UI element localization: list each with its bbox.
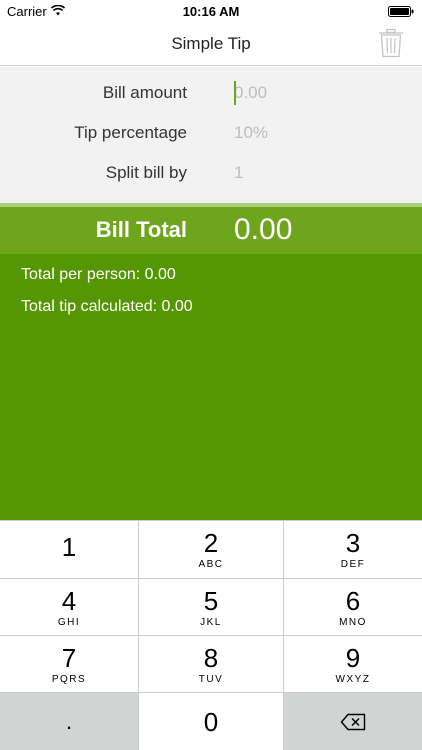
key-letters: ABC bbox=[198, 559, 224, 570]
split-input[interactable]: 1 bbox=[234, 163, 243, 183]
key-digit: 7 bbox=[61, 643, 77, 673]
bill-total-label: Bill Total bbox=[95, 217, 187, 242]
key-1[interactable]: 1 bbox=[0, 520, 139, 578]
key-dot-label: . bbox=[65, 709, 73, 734]
numeric-keypad: 1 2 ABC 3 DEF 4 GHI 5 JKL 6 MNO 7 PQRS 8… bbox=[0, 520, 422, 750]
key-2[interactable]: 2 ABC bbox=[139, 520, 284, 578]
status-bar: Carrier 10:16 AM bbox=[0, 0, 422, 22]
bill-amount-label: Bill amount bbox=[102, 83, 187, 102]
trash-icon[interactable] bbox=[378, 28, 404, 58]
split-row: Split bill by 1 bbox=[0, 153, 422, 193]
key-letters: TUV bbox=[198, 674, 224, 685]
bill-total-bar: Bill Total 0.00 bbox=[0, 207, 422, 254]
split-label: Split bill by bbox=[105, 163, 187, 182]
tip-total-label: Total tip calculated: bbox=[21, 298, 158, 315]
key-letters: WXYZ bbox=[335, 674, 371, 685]
key-0[interactable]: 0 bbox=[139, 692, 284, 750]
per-person-line: Total per person: 0.00 bbox=[21, 266, 176, 284]
key-9[interactable]: 9 WXYZ bbox=[284, 635, 422, 692]
key-4[interactable]: 4 GHI bbox=[0, 578, 139, 635]
key-6[interactable]: 6 MNO bbox=[284, 578, 422, 635]
tip-percentage-input[interactable]: 10% bbox=[234, 123, 268, 143]
key-7[interactable]: 7 PQRS bbox=[0, 635, 139, 692]
key-letters: PQRS bbox=[51, 674, 87, 685]
page-title: Simple Tip bbox=[171, 34, 251, 53]
key-5[interactable]: 5 JKL bbox=[139, 578, 284, 635]
backspace-key[interactable] bbox=[284, 692, 422, 750]
key-digit: 3 bbox=[345, 528, 361, 558]
text-caret bbox=[234, 81, 236, 105]
bill-amount-row: Bill amount 0.00 bbox=[0, 73, 422, 113]
results-panel: Total per person: 0.00 Total tip calcula… bbox=[0, 254, 422, 520]
nav-bar: Simple Tip bbox=[0, 22, 422, 66]
key-3[interactable]: 3 DEF bbox=[284, 520, 422, 578]
tip-total-value: 0.00 bbox=[161, 298, 193, 315]
tip-total-line: Total tip calculated: 0.00 bbox=[21, 298, 193, 316]
key-8[interactable]: 8 TUV bbox=[139, 635, 284, 692]
key-digit: 5 bbox=[203, 586, 219, 616]
bill-total-value: 0.00 bbox=[234, 213, 293, 246]
tip-percentage-row: Tip percentage 10% bbox=[0, 113, 422, 153]
key-digit: 8 bbox=[203, 643, 219, 673]
input-form: Bill amount 0.00 Tip percentage 10% Spli… bbox=[0, 67, 422, 206]
key-letters: GHI bbox=[57, 617, 81, 628]
key-digit: 1 bbox=[61, 532, 77, 562]
key-digit: 9 bbox=[345, 643, 361, 673]
key-letters: JKL bbox=[200, 617, 222, 628]
key-digit: 2 bbox=[203, 528, 219, 558]
bill-amount-input[interactable]: 0.00 bbox=[234, 83, 267, 103]
battery-icon bbox=[388, 6, 414, 17]
key-digit: 6 bbox=[345, 586, 361, 616]
key-letters: DEF bbox=[340, 559, 366, 570]
tip-percentage-label: Tip percentage bbox=[74, 123, 187, 142]
backspace-icon bbox=[340, 713, 366, 730]
key-digit: 0 bbox=[203, 707, 219, 737]
key-digit: 4 bbox=[61, 586, 77, 616]
status-time: 10:16 AM bbox=[182, 4, 240, 19]
per-person-value: 0.00 bbox=[144, 266, 176, 283]
per-person-label: Total per person: bbox=[21, 266, 141, 283]
key-letters: MNO bbox=[339, 617, 367, 628]
key-decimal[interactable]: . bbox=[0, 692, 139, 750]
